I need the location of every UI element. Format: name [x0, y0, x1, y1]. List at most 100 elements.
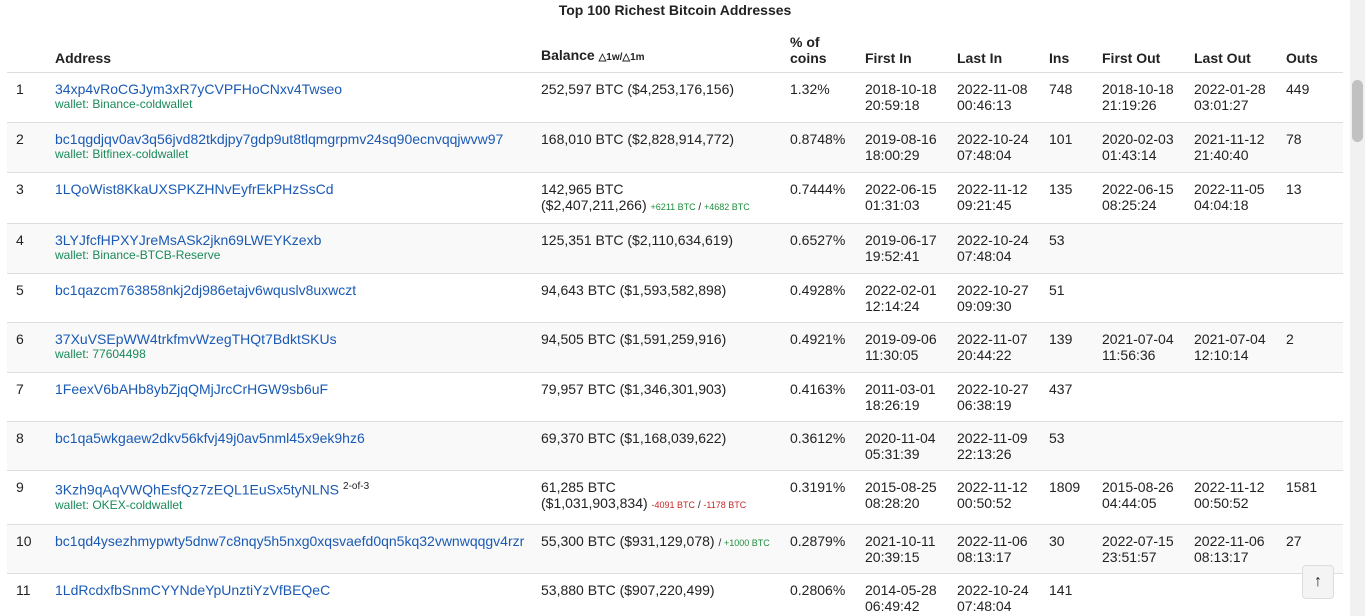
balance-value: 125,351 BTC ($2,110,634,619)	[541, 232, 733, 248]
address-cell: 1LQoWist8KkaUXSPKZHNvEyfrEkPHzSsCd	[47, 172, 533, 224]
page-scrollbar[interactable]	[1350, 0, 1365, 616]
first-in-date: 2021-10-11	[865, 533, 936, 549]
first-out-time: 11:56:36	[1102, 347, 1156, 363]
first-in-time: 20:39:15	[865, 549, 920, 565]
last-out-header: Last Out	[1194, 50, 1251, 66]
ins-cell: 1809	[1041, 470, 1094, 525]
address-link[interactable]: 3LYJfcfHPXYJreMsASk2jkn69LWEYKzexb	[55, 232, 321, 248]
wallet-label: wallet: 77604498	[55, 347, 146, 361]
table-row: 5 bc1qazcm763858nkj2dj986etajv6wquslv8uxw…	[7, 273, 1343, 323]
last-out-date: 2022-11-05	[1194, 181, 1265, 197]
ins-cell: 141	[1041, 573, 1094, 616]
first-in-date: 2018-10-18	[865, 81, 937, 97]
rank-cell: 7	[7, 372, 47, 422]
balance-value: 94,505 BTC ($1,591,259,916)	[541, 331, 727, 347]
last-out-time: 21:40:40	[1194, 147, 1249, 163]
address-cell: 3LYJfcfHPXYJreMsASk2jkn69LWEYKzexb wallet…	[47, 223, 533, 274]
table-row: 10 bc1qd4ysezhmypwty5dnw7c8nqy5h5nxg0xqsv…	[7, 524, 1343, 574]
last-out-date: 2021-11-12	[1194, 131, 1265, 147]
first-in-date: 2015-08-25	[865, 479, 937, 495]
last-out-cell	[1186, 273, 1278, 323]
ins-header: Ins	[1049, 50, 1070, 66]
balance-header[interactable]: Balance △1w/△1m	[533, 28, 782, 73]
last-out-cell: 2021-11-12 21:40:40	[1186, 122, 1278, 173]
address-link[interactable]: 1LdRcdxfbSnmCYYNdeYpUnztiYzVfBEQeC	[55, 582, 330, 598]
last-in-cell: 2022-10-27 09:09:30	[949, 273, 1041, 323]
rank-cell: 9	[7, 470, 47, 525]
address-link[interactable]: 1LQoWist8KkaUXSPKZHNvEyfrEkPHzSsCd	[55, 181, 334, 197]
first-out-cell: 2021-07-04 11:56:36	[1094, 322, 1186, 373]
delta-1m: +4682 BTC	[703, 202, 750, 212]
pct-cell: 0.4163%	[782, 372, 857, 422]
first-in-cell: 2015-08-25 08:28:20	[857, 470, 949, 525]
table-header-row: Address Balance △1w/△1m % of coins First…	[7, 28, 1343, 73]
balance-value: 61,285 BTC	[541, 479, 616, 495]
first-out-date: 2022-06-15	[1102, 181, 1174, 197]
balance-cell: 79,957 BTC ($1,346,301,903)	[533, 372, 782, 422]
address-link[interactable]: 1FeexV6bAHb8ybZjqQMjJrcCrHGW9sb6uF	[55, 381, 328, 397]
first-out-cell: 2018-10-18 21:19:26	[1094, 72, 1186, 123]
last-out-time: 08:13:17	[1194, 549, 1249, 565]
pct-header: % of coins	[782, 28, 857, 73]
address-link[interactable]: bc1qgdjqv0av3q56jvd82tkdjpy7gdp9ut8tlqmg…	[55, 131, 503, 147]
address-link[interactable]: 3Kzh9qAqVWQhEsfQz7zEQL1EuSx5tyNLNS	[55, 482, 339, 498]
pct-header-line2: coins	[790, 50, 827, 66]
last-out-cell: 2022-11-12 00:50:52	[1186, 470, 1278, 525]
balance-value: 168,010 BTC ($2,828,914,772)	[541, 131, 735, 147]
ins-cell: 139	[1041, 322, 1094, 373]
first-in-time: 11:30:05	[865, 347, 919, 363]
balance-usd: ($2,407,211,266)	[541, 197, 647, 213]
last-in-header: Last In	[957, 50, 1003, 66]
last-in-date: 2022-10-27	[957, 282, 1029, 298]
rank-cell: 6	[7, 322, 47, 373]
first-in-time: 18:00:29	[865, 147, 920, 163]
address-cell: 1LdRcdxfbSnmCYYNdeYpUnztiYzVfBEQeC	[47, 573, 533, 616]
balance-value: 69,370 BTC ($1,168,039,622)	[541, 430, 727, 446]
address-link[interactable]: bc1qazcm763858nkj2dj986etajv6wquslv8uxwc…	[55, 282, 356, 298]
rank-cell: 5	[7, 273, 47, 323]
first-in-time: 20:59:18	[865, 97, 920, 113]
balance-value: 252,597 BTC ($4,253,176,156)	[541, 81, 735, 97]
ins-cell: 30	[1041, 524, 1094, 574]
last-out-date: 2021-07-04	[1194, 331, 1266, 347]
address-link[interactable]: bc1qd4ysezhmypwty5dnw7c8nqy5h5nxg0xqsvae…	[55, 533, 524, 549]
first-in-time: 18:26:19	[865, 397, 920, 413]
first-in-time: 19:52:41	[865, 248, 920, 264]
last-in-time: 06:38:19	[957, 397, 1012, 413]
first-out-cell: 2022-07-15 23:51:57	[1094, 524, 1186, 574]
first-out-date: 2018-10-18	[1102, 81, 1174, 97]
balance-cell: 125,351 BTC ($2,110,634,619)	[533, 223, 782, 274]
table-row: 3 1LQoWist8KkaUXSPKZHNvEyfrEkPHzSsCd 142,9…	[7, 172, 1343, 224]
last-in-date: 2022-11-12	[957, 479, 1028, 495]
last-in-date: 2022-11-08	[957, 81, 1028, 97]
rank-cell: 3	[7, 172, 47, 224]
last-in-cell: 2022-10-24 07:48:04	[949, 573, 1041, 616]
delta-1w: +6211 BTC	[650, 202, 696, 212]
pct-cell: 0.3191%	[782, 470, 857, 525]
last-in-time: 07:48:04	[957, 248, 1012, 264]
address-link[interactable]: bc1qa5wkgaew2dkv56kfvj49j0av5nml45x9ek9h…	[55, 430, 365, 446]
first-in-cell: 2022-06-15 01:31:03	[857, 172, 949, 224]
last-in-cell: 2022-11-12 00:50:52	[949, 470, 1041, 525]
last-out-cell: 2022-11-06 08:13:17	[1186, 524, 1278, 574]
last-out-time: 00:50:52	[1194, 495, 1249, 511]
last-out-cell	[1186, 573, 1278, 616]
first-out-time: 08:25:24	[1102, 197, 1157, 213]
address-link[interactable]: 37XuVSEpWW4trkfmvWzegTHQt7BdktSKUs	[55, 331, 337, 347]
rich-list-table: Address Balance △1w/△1m % of coins First…	[7, 28, 1343, 616]
rank-cell: 4	[7, 223, 47, 274]
first-in-time: 05:31:39	[865, 446, 920, 462]
pct-cell: 0.4928%	[782, 273, 857, 323]
first-out-time: 23:51:57	[1102, 549, 1157, 565]
pct-cell: 0.3612%	[782, 421, 857, 471]
last-in-time: 09:21:45	[957, 197, 1012, 213]
scrollbar-thumb[interactable]	[1352, 80, 1363, 142]
pct-cell: 0.2879%	[782, 524, 857, 574]
address-link[interactable]: 34xp4vRoCGJym3xR7yCVPFHoCNxv4Twseo	[55, 81, 342, 97]
rank-cell: 11	[7, 573, 47, 616]
table-row: 8 bc1qa5wkgaew2dkv56kfvj49j0av5nml45x9ek9…	[7, 421, 1343, 471]
last-in-cell: 2022-11-12 09:21:45	[949, 172, 1041, 224]
first-out-date: 2020-02-03	[1102, 131, 1174, 147]
balance-cell: 69,370 BTC ($1,168,039,622)	[533, 421, 782, 471]
back-to-top-button[interactable]: ↑	[1302, 565, 1334, 599]
